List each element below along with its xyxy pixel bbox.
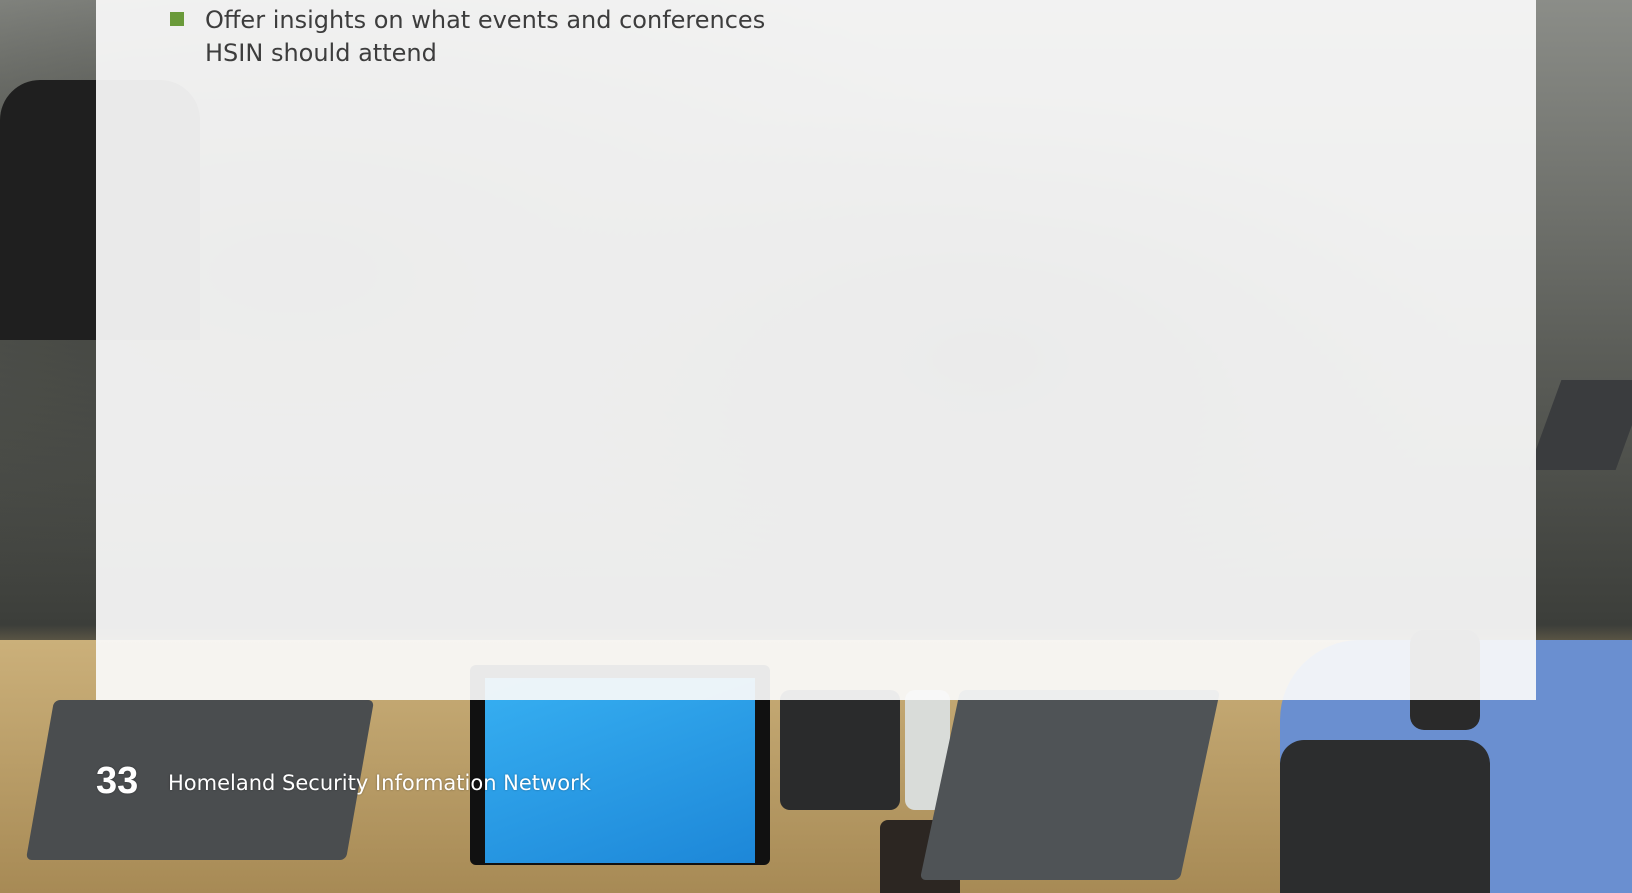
footer-organization: Homeland Security Information Network [168,771,591,795]
office-chair [1280,740,1490,893]
bullet-text: Offer insights on what events and confer… [205,6,766,67]
laptop-right [919,690,1221,880]
desk-phone [780,690,900,810]
slide-number: 33 [96,760,139,802]
content-panel [96,0,1536,700]
square-bullet-icon [170,12,184,26]
bullet-item: Offer insights on what events and confer… [170,4,805,70]
